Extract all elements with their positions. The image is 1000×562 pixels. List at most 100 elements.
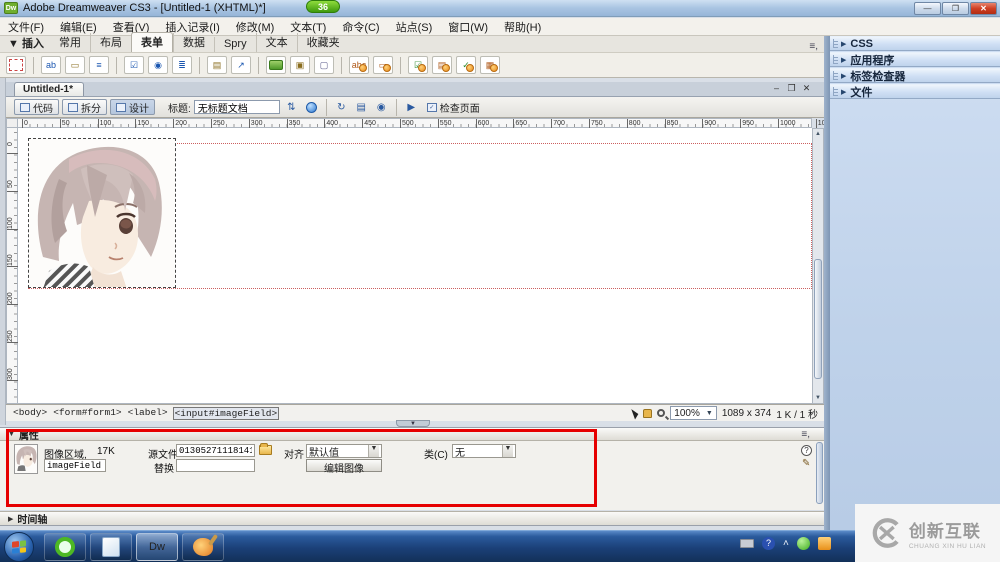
select-tool-icon[interactable]	[631, 406, 641, 420]
properties-header[interactable]: ▼ 属性 ≡,	[0, 428, 824, 442]
spry-text-field-icon[interactable]: abc	[349, 56, 369, 74]
antivirus-tray-icon[interactable]	[796, 537, 810, 550]
view-button-代码[interactable]: 代码	[14, 99, 59, 115]
refresh-icon[interactable]: ↻	[333, 100, 350, 115]
taskbar-app-paint[interactable]	[182, 533, 224, 561]
panel-header-应用程序[interactable]: ▶ 应用程序	[830, 52, 1000, 67]
spry-validation-icon[interactable]: ✓	[456, 56, 476, 74]
label-icon[interactable]: ▣	[290, 56, 310, 74]
window-size-value[interactable]: 1089 x 374	[722, 408, 772, 419]
hidden-field-icon[interactable]: ▭	[65, 56, 85, 74]
document-tab[interactable]: Untitled-1*	[14, 82, 84, 96]
panel-title: 文件	[850, 86, 873, 99]
notepad-icon	[102, 537, 120, 557]
doc-minimize-button[interactable]: –	[771, 83, 782, 94]
menu-item-帮助H[interactable]: 帮助(H)	[504, 19, 541, 35]
visual-aids-icon[interactable]: ◉	[373, 100, 390, 115]
code-navigator-icon[interactable]: ▶	[403, 100, 420, 115]
insert-tab-数据[interactable]: 数据	[172, 33, 214, 52]
view-button-设计[interactable]: 设计	[110, 99, 155, 115]
panel-menu-icon[interactable]: ≡,	[801, 429, 810, 440]
edit-image-button[interactable]: 编辑图像	[306, 459, 382, 475]
panel-header-标签检查器[interactable]: ▶ 标签检查器	[830, 68, 1000, 83]
dreamweaver-app-icon: Dw	[4, 2, 18, 14]
scroll-up-icon[interactable]: ▲	[813, 129, 823, 139]
hand-tool-icon[interactable]	[643, 408, 653, 418]
text-field-icon[interactable]: ab	[41, 56, 61, 74]
file-management-icon[interactable]: ⇅	[283, 100, 300, 115]
src-input[interactable]	[176, 444, 255, 457]
view-button-拆分[interactable]: 拆分	[62, 99, 107, 115]
align-select[interactable]: 默认值 ▼	[306, 444, 382, 459]
insert-tab-文本[interactable]: 文本	[255, 33, 297, 52]
list-menu-icon[interactable]: ≣	[172, 56, 192, 74]
insert-tab-Spry[interactable]: Spry	[213, 37, 256, 52]
expand-arrow-icon[interactable]: ▼	[8, 431, 15, 438]
insert-bar-label[interactable]: ▼ 插入	[6, 34, 50, 52]
maximize-button[interactable]: ❐	[942, 2, 969, 15]
field-name-input[interactable]	[44, 459, 106, 472]
menu-item-文件F[interactable]: 文件(F)	[8, 19, 44, 35]
spry-checkbox-icon[interactable]: ☑	[408, 56, 428, 74]
insert-bar-menu-icon[interactable]: ≡,	[809, 41, 818, 52]
insert-tab-表单[interactable]: 表单	[130, 32, 173, 52]
image-field-icon[interactable]: ↗	[231, 56, 251, 74]
timeline-panel-header[interactable]: ▶ 时间轴	[0, 511, 824, 526]
tag-selector-item[interactable]: <body>	[12, 407, 48, 420]
textarea-icon[interactable]: ≡	[89, 56, 109, 74]
button-icon[interactable]	[266, 56, 286, 74]
document-scrollbar[interactable]: ▲ ▼	[812, 128, 824, 404]
close-button[interactable]: ✕	[970, 2, 997, 15]
view-options-icon[interactable]: ▤	[353, 100, 370, 115]
insert-tab-常用[interactable]: 常用	[50, 33, 90, 52]
update-tray-icon[interactable]	[817, 537, 831, 550]
show-hidden-icons-chevron[interactable]: ˄	[783, 538, 789, 549]
taskbar-app-browser[interactable]	[44, 533, 86, 561]
preview-in-browser-icon[interactable]	[303, 100, 320, 115]
panel-header-文件[interactable]: ▶ 文件	[830, 84, 1000, 99]
removable-device-tray-icon[interactable]	[740, 539, 754, 548]
taskbar-app-notepad[interactable]	[90, 533, 132, 561]
notification-badge[interactable]: 36	[306, 0, 340, 13]
spry-radio-icon[interactable]: ▦	[480, 56, 500, 74]
start-button[interactable]	[4, 532, 34, 562]
align-label: 对齐	[284, 450, 304, 461]
doc-restore-button[interactable]: ❐	[786, 83, 797, 94]
form-icon[interactable]	[6, 56, 26, 74]
insert-tab-收藏夹[interactable]: 收藏夹	[296, 33, 349, 52]
design-view-canvas[interactable]	[18, 128, 812, 404]
browse-folder-icon[interactable]	[259, 443, 272, 455]
radio-button-icon[interactable]: ◉	[148, 56, 168, 74]
help-tray-icon[interactable]: ?	[762, 537, 775, 550]
taskbar-app-dreamweaver[interactable]: Dw	[136, 533, 178, 561]
file-field-icon[interactable]: ▤	[207, 56, 227, 74]
spry-select-icon[interactable]: ▤	[432, 56, 452, 74]
title-bar[interactable]: Dw Adobe Dreamweaver CS3 - [Untitled-1 (…	[0, 0, 1000, 17]
help-icon[interactable]: ?	[801, 445, 812, 456]
quick-tag-editor-icon[interactable]: ✎	[802, 458, 810, 469]
menu-item-站点S[interactable]: 站点(S)	[396, 19, 433, 35]
panel-header-CSS[interactable]: ▶ CSS	[830, 36, 1000, 51]
properties-scrollbar[interactable]	[816, 442, 823, 504]
alt-input[interactable]	[176, 459, 255, 472]
class-select[interactable]: 无 ▼	[452, 444, 516, 459]
collapsed-arrow-icon: ▶	[841, 40, 847, 48]
fieldset-icon[interactable]: ▢	[314, 56, 334, 74]
scrollbar-thumb[interactable]	[814, 259, 822, 379]
insert-tab-布局[interactable]: 布局	[89, 33, 131, 52]
tag-selector-item[interactable]: <label>	[127, 407, 169, 420]
zoom-level-select[interactable]: 100% ▼	[670, 406, 717, 420]
check-page-button[interactable]: ✓ 检查页面	[423, 100, 484, 115]
tag-selector-item[interactable]: <input#imageField>	[172, 406, 280, 420]
doc-close-button[interactable]: ✕	[801, 83, 812, 94]
tag-selector-item[interactable]: <form#form1>	[52, 407, 122, 420]
menu-item-窗口W[interactable]: 窗口(W)	[448, 19, 488, 35]
spry-textarea-icon[interactable]: ▭	[373, 56, 393, 74]
document-title-input[interactable]	[193, 100, 280, 114]
panel-collapse-handle[interactable]: ▼	[396, 420, 430, 427]
zoom-tool-icon[interactable]	[657, 409, 666, 417]
checkbox-icon[interactable]: ☑	[124, 56, 144, 74]
minimize-button[interactable]: —	[914, 2, 941, 15]
scroll-down-icon[interactable]: ▼	[813, 393, 823, 403]
image-field-selected[interactable]	[28, 138, 176, 288]
